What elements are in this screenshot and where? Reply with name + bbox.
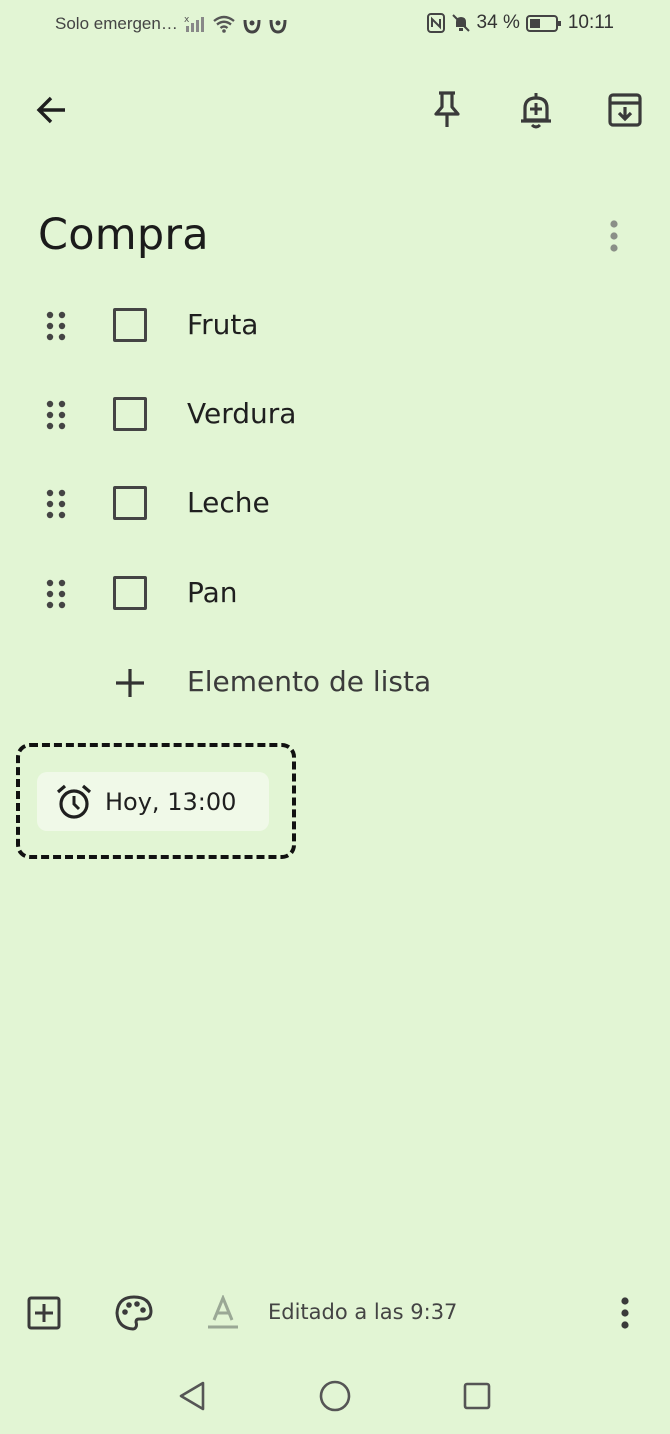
carrier-text: Solo emergen… [55,14,178,33]
reminder-button[interactable] [508,82,564,138]
reminder-chip[interactable]: Hoy, 13:00 [37,772,269,831]
add-alert-icon [521,93,551,129]
archive-button[interactable] [597,82,653,138]
item-checkbox[interactable] [113,397,147,431]
edited-timestamp: Editado a las 9:37 [268,1300,458,1324]
more-options-button[interactable] [597,1285,653,1341]
add-list-item-label: Elemento de lista [187,665,432,698]
signal-icon: x [184,14,206,34]
item-label[interactable]: Leche [187,486,270,519]
pin-icon [434,91,460,127]
nfc-icon [426,13,445,33]
pin-button[interactable] [419,82,475,138]
drag-handle-icon[interactable] [44,488,68,520]
reminder-text: Hoy, 13:00 [105,787,237,816]
drag-handle-icon[interactable] [44,578,68,610]
item-checkbox[interactable] [113,486,147,520]
list-item: Leche [0,474,670,534]
archive-icon [608,93,642,127]
bottom-toolbar: Editado a las 9:37 [0,1280,670,1346]
item-checkbox[interactable] [113,576,147,610]
drag-handle-icon[interactable] [44,399,68,431]
text-format-icon [208,1295,238,1329]
nav-home-button[interactable] [307,1368,363,1424]
color-palette-button[interactable] [106,1285,162,1341]
status-bar: Solo emergen… x 34 % 10:11 [0,0,670,52]
status-left: Solo emergen… x [55,14,288,34]
circle-home-icon [319,1380,351,1412]
status-right: 34 % 10:11 [426,12,614,34]
more-vert-icon [621,1297,629,1329]
text-format-button[interactable] [195,1285,251,1341]
drag-handle-icon[interactable] [44,310,68,342]
back-button[interactable] [24,82,80,138]
wifi-icon [212,14,236,34]
system-nav-bar [0,1360,670,1434]
list-item: Fruta [0,296,670,356]
more-vert-icon [610,220,618,252]
title-more-button[interactable] [586,208,642,264]
item-label[interactable]: Verdura [187,397,296,430]
nav-recents-button[interactable] [449,1368,505,1424]
add-box-icon [27,1296,61,1330]
clock: 10:11 [567,12,614,33]
note-title[interactable]: Compra [38,210,209,260]
battery-icon [525,13,562,33]
item-label[interactable]: Pan [187,576,238,609]
item-label[interactable]: Fruta [187,308,258,341]
triangle-back-icon [179,1381,205,1411]
app-notification-icon [242,14,262,34]
svg-text:x: x [184,15,190,25]
square-recents-icon [463,1382,491,1410]
alarm-icon [56,784,92,819]
item-checkbox[interactable] [113,308,147,342]
nav-back-button[interactable] [164,1368,220,1424]
add-box-button[interactable] [16,1285,72,1341]
arrow-back-icon [36,96,65,124]
add-icon [116,669,144,697]
mute-bell-icon [451,13,471,33]
add-list-item-button[interactable]: Elemento de lista [0,653,670,713]
list-item: Pan [0,564,670,624]
palette-icon [115,1295,153,1331]
list-item: Verdura [0,385,670,445]
battery-percent: 34 % [476,12,520,33]
app-notification-icon-2 [268,14,288,34]
